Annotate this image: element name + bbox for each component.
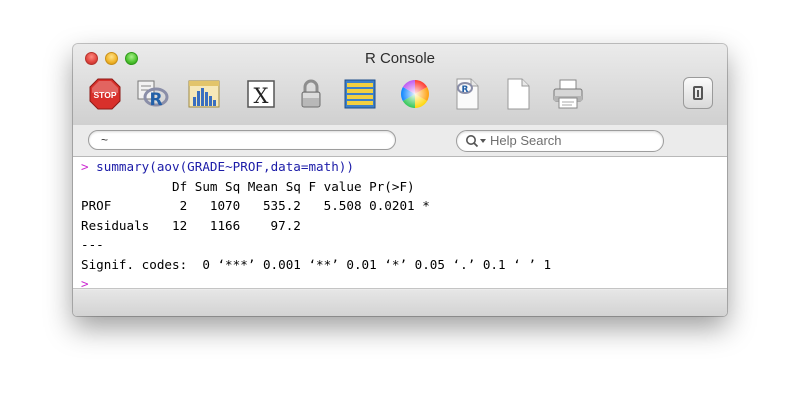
status-bar	[73, 290, 727, 316]
anova-residuals-row: Residuals 12 1166 97.2	[81, 217, 430, 233]
console-output[interactable]: > summary(aov(GRADE~PROF,data=math)) Df …	[73, 157, 727, 291]
bar-chart-icon[interactable]	[187, 77, 221, 111]
lock-icon[interactable]	[294, 77, 328, 111]
x11-icon[interactable]: X	[244, 77, 278, 111]
command-text: summary(aov(GRADE~PROF,data=math))	[88, 159, 354, 174]
stop-icon[interactable]: STOP	[88, 77, 122, 111]
help-search-field[interactable]: Help Search	[456, 130, 664, 152]
svg-text:R: R	[149, 90, 162, 110]
console-line-command: > summary(aov(GRADE~PROF,data=math))	[81, 157, 727, 177]
r-document-icon[interactable]: R	[450, 77, 484, 111]
drawer-glyph	[693, 86, 703, 100]
r-console-window: R Console STOP R X R ~ Help Search > sum…	[73, 44, 727, 316]
signif-codes-line: Signif. codes: 0 ‘***’ 0.001 ‘**’ 0.01 ‘…	[81, 256, 552, 272]
working-directory-field[interactable]: ~	[88, 130, 396, 150]
printer-icon[interactable]	[551, 77, 585, 111]
help-search-placeholder: Help Search	[490, 133, 562, 148]
search-icon	[466, 135, 486, 148]
path-search-bar: ~ Help Search	[73, 125, 727, 157]
drawer-toggle-icon[interactable]	[683, 77, 713, 109]
data-editor-icon[interactable]	[343, 77, 377, 111]
color-wheel-icon[interactable]	[398, 77, 432, 111]
anova-header-row: Df Sum Sq Mean Sq F value Pr(>F)	[81, 178, 430, 194]
stop-label: STOP	[94, 90, 117, 100]
window-title: R Console	[364, 50, 436, 67]
prompt-symbol: >	[81, 159, 89, 174]
separator-line: ---	[81, 237, 104, 252]
anova-prof-row: PROF 2 1070 535.2 5.508 0.0201 *	[81, 198, 430, 213]
title-toolbar-area: R Console STOP R X R	[73, 44, 727, 126]
input-prompt-symbol: >	[81, 276, 89, 291]
x11-label: X	[254, 84, 269, 108]
r-script-icon[interactable]: R	[135, 77, 169, 111]
new-document-icon[interactable]	[501, 77, 535, 111]
svg-text:R: R	[462, 85, 469, 95]
